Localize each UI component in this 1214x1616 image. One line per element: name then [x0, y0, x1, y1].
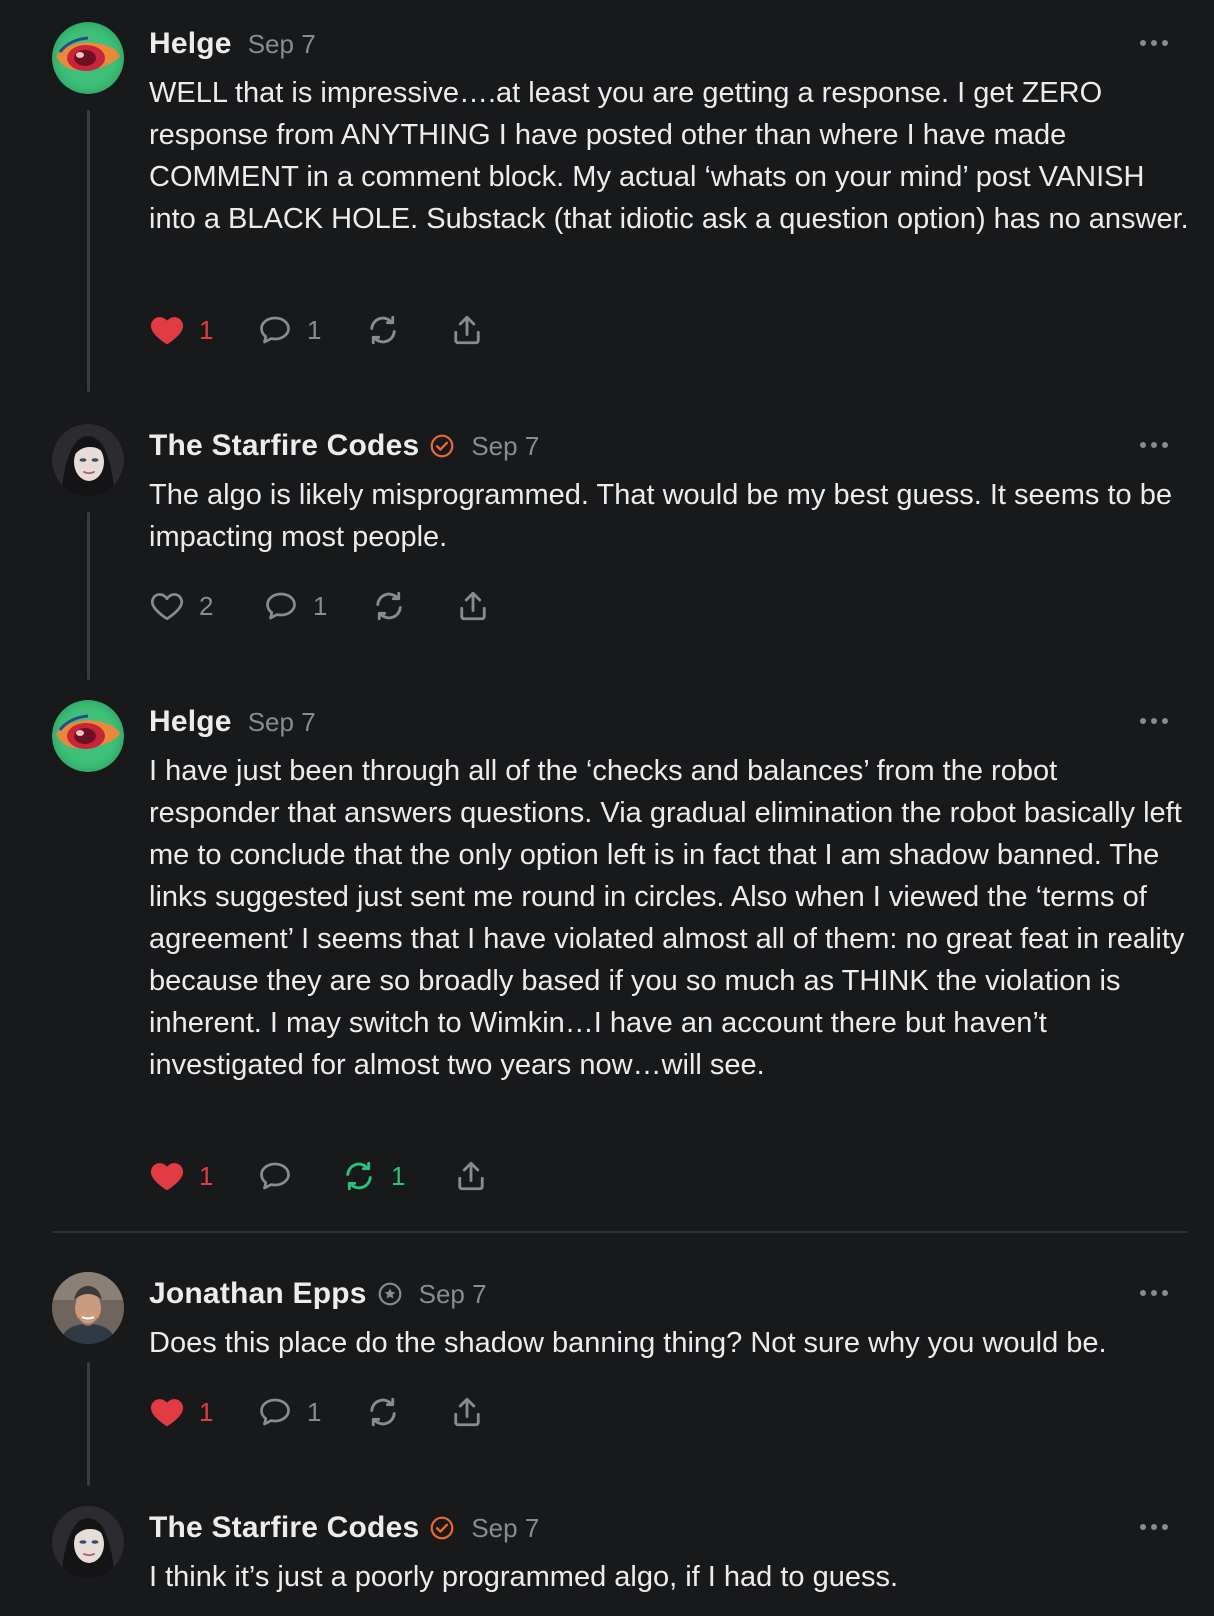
restack-button[interactable]	[365, 1392, 449, 1432]
reply-button[interactable]	[257, 1156, 341, 1196]
author-name[interactable]: Jonathan Epps	[149, 1277, 367, 1311]
thread-line	[87, 1362, 90, 1486]
like-button[interactable]: 2	[149, 586, 263, 626]
restack-icon	[365, 312, 401, 348]
thread-line	[87, 512, 90, 680]
founder-badge-icon	[377, 1281, 403, 1307]
restack-button[interactable]	[371, 586, 455, 626]
share-icon	[455, 588, 491, 624]
comment-actions: 1 1	[149, 310, 485, 350]
comment-header: Jonathan Epps Sep 7	[149, 1276, 487, 1312]
comment-header: The Starfire Codes Sep 7	[149, 1510, 539, 1546]
like-button[interactable]: 1	[149, 1392, 257, 1432]
author-name[interactable]: Helge	[149, 705, 232, 739]
verified-badge-icon	[429, 1515, 455, 1541]
restack-icon	[371, 588, 407, 624]
heart-icon	[149, 312, 185, 348]
reply-count: 1	[307, 314, 322, 345]
comment-actions: 1 1	[149, 1392, 485, 1432]
comment-icon	[257, 312, 293, 348]
avatar-starfire-image	[52, 424, 124, 496]
avatar-jonathan-image	[52, 1272, 124, 1344]
comment-header: Helge Sep 7	[149, 26, 316, 62]
share-icon	[449, 312, 485, 348]
like-count: 1	[199, 1396, 214, 1427]
more-options-icon[interactable]	[1140, 440, 1168, 450]
avatar-helge-image	[52, 700, 124, 772]
like-button[interactable]: 1	[149, 310, 257, 350]
like-button[interactable]: 1	[149, 1156, 257, 1196]
share-button[interactable]	[449, 310, 485, 350]
share-icon	[453, 1158, 489, 1194]
comment-header: The Starfire Codes Sep 7	[149, 428, 539, 464]
avatar[interactable]	[52, 1506, 124, 1578]
avatar[interactable]	[52, 424, 124, 496]
reply-button[interactable]: 1	[257, 310, 365, 350]
comment-text: Does this place do the shadow banning th…	[149, 1327, 1107, 1359]
comment-date[interactable]: Sep 7	[471, 431, 539, 462]
avatar[interactable]	[52, 700, 124, 772]
comment-header: Helge Sep 7	[149, 704, 316, 740]
restack-button[interactable]	[365, 310, 449, 350]
comment-date[interactable]: Sep 7	[419, 1279, 487, 1310]
reply-button[interactable]: 1	[257, 1392, 365, 1432]
comment-actions: 2 1	[149, 586, 491, 626]
reply-button[interactable]: 1	[263, 586, 371, 626]
share-button[interactable]	[455, 586, 491, 626]
share-button[interactable]	[449, 1392, 485, 1432]
reply-count: 1	[313, 590, 328, 621]
comment-icon	[257, 1394, 293, 1430]
like-count: 1	[199, 314, 214, 345]
author-name[interactable]: The Starfire Codes	[149, 429, 419, 463]
comment-text: WELL that is impressive….at least you ar…	[149, 77, 1189, 235]
share-button[interactable]	[453, 1156, 489, 1196]
verified-badge-icon	[429, 433, 455, 459]
comment-text: I have just been through all of the ‘che…	[149, 755, 1185, 1081]
more-options-icon[interactable]	[1140, 1522, 1168, 1532]
heart-icon	[149, 1158, 185, 1194]
restack-count: 1	[391, 1160, 406, 1191]
heart-icon	[149, 1394, 185, 1430]
author-name[interactable]: The Starfire Codes	[149, 1511, 419, 1545]
like-count: 2	[199, 590, 214, 621]
more-options-icon[interactable]	[1140, 1288, 1168, 1298]
avatar[interactable]	[52, 1272, 124, 1344]
share-icon	[449, 1394, 485, 1430]
comment-date[interactable]: Sep 7	[248, 707, 316, 738]
comment-text: I think it’s just a poorly programmed al…	[149, 1561, 899, 1593]
more-options-icon[interactable]	[1140, 716, 1168, 726]
comment-icon	[263, 588, 299, 624]
comment-text: The algo is likely misprogrammed. That w…	[149, 479, 1172, 553]
thread-line	[87, 110, 90, 392]
comment-icon	[257, 1158, 293, 1194]
comment-date[interactable]: Sep 7	[471, 1513, 539, 1544]
restack-icon	[365, 1394, 401, 1430]
reply-count: 1	[307, 1396, 322, 1427]
restack-button[interactable]: 1	[341, 1156, 453, 1196]
like-count: 1	[199, 1160, 214, 1191]
comment-actions: 1 1	[149, 1156, 489, 1196]
avatar-helge-image	[52, 22, 124, 94]
thread-divider	[52, 1231, 1188, 1233]
comment-date[interactable]: Sep 7	[248, 29, 316, 60]
more-options-icon[interactable]	[1140, 38, 1168, 48]
heart-icon	[149, 588, 185, 624]
restack-icon	[341, 1158, 377, 1194]
avatar-starfire-image	[52, 1506, 124, 1578]
author-name[interactable]: Helge	[149, 27, 232, 61]
avatar[interactable]	[52, 22, 124, 94]
